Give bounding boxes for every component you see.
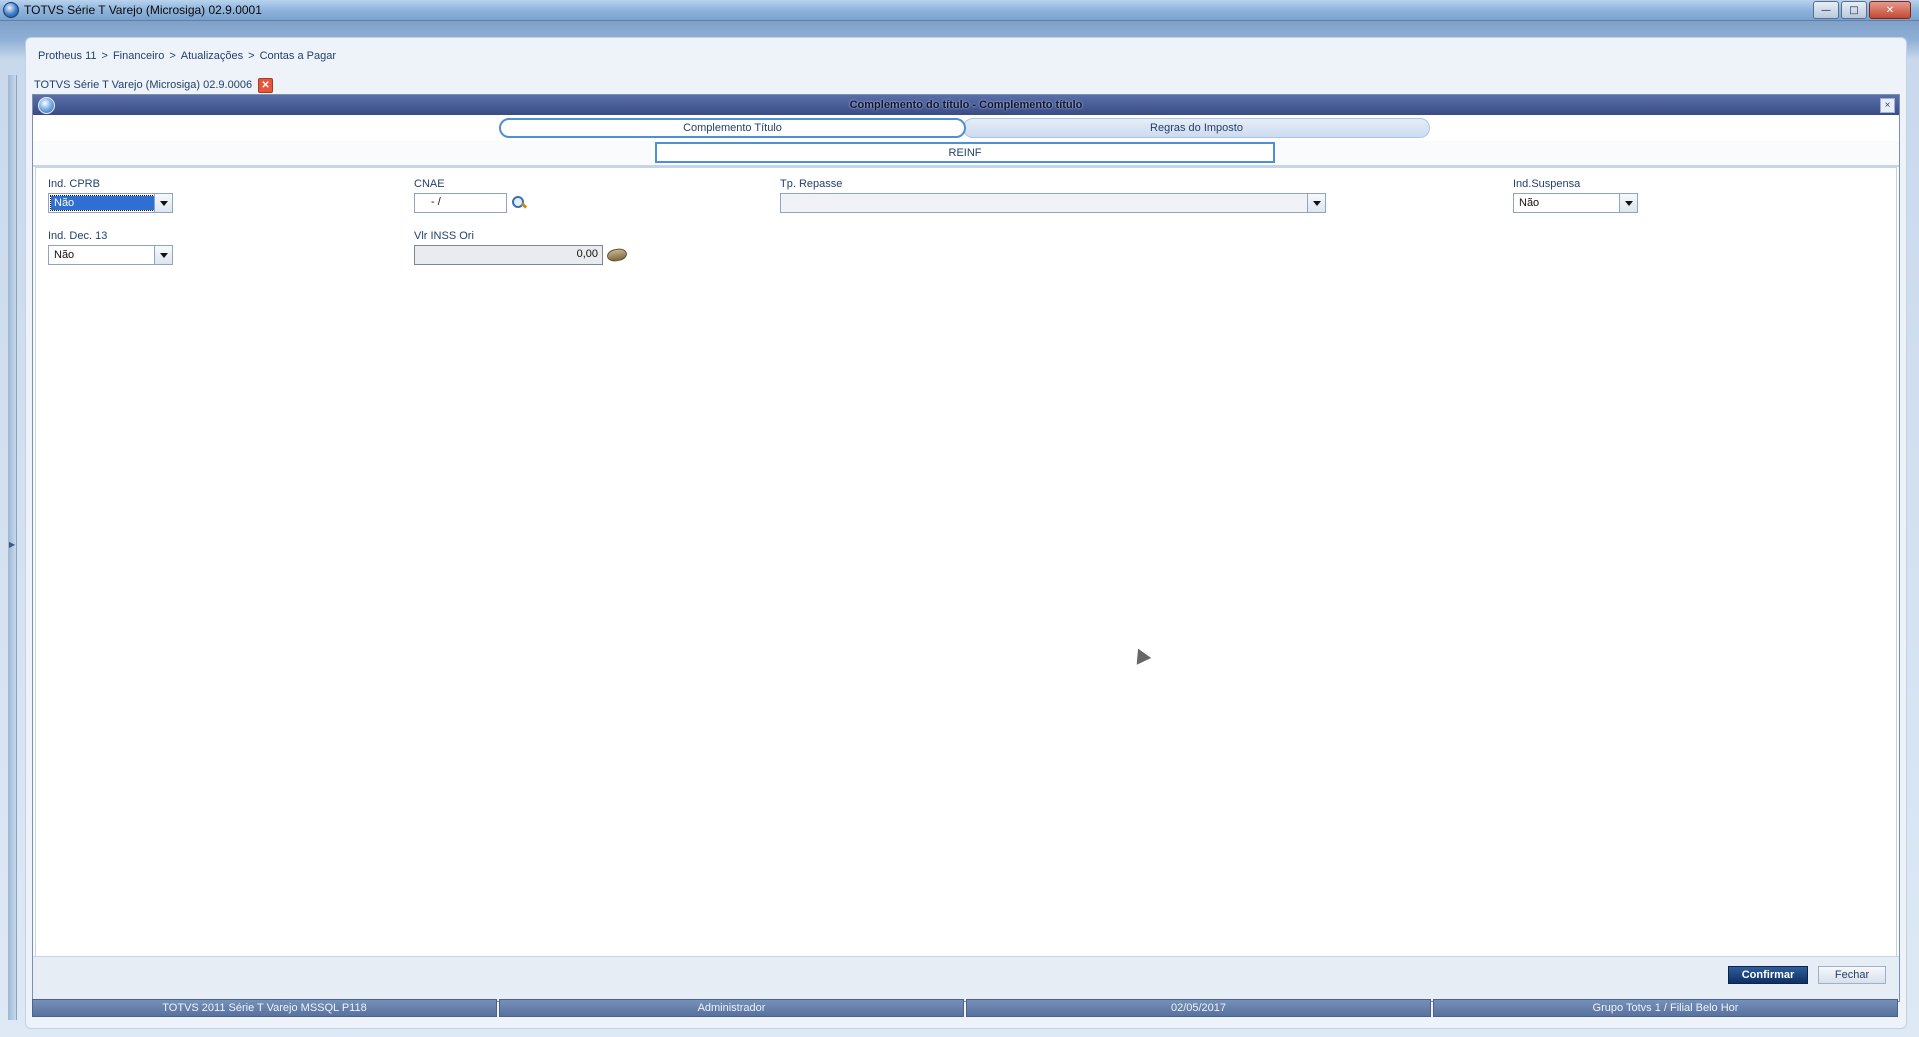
status-bar: TOTVS 2011 Série T Varejo MSSQL P118 Adm… bbox=[32, 999, 1898, 1017]
ind-suspensa-label: Ind.Suspensa bbox=[1513, 178, 1581, 190]
tab-complemento-titulo[interactable]: Complemento Título bbox=[499, 118, 966, 138]
calculator-icon[interactable] bbox=[606, 247, 628, 263]
tp-repasse-value bbox=[783, 196, 1307, 210]
tp-repasse-select[interactable] bbox=[780, 193, 1326, 213]
os-window-title: TOTVS Série T Varejo (Microsiga) 02.9.00… bbox=[24, 3, 262, 17]
confirm-button[interactable]: Confirmar bbox=[1728, 966, 1808, 984]
status-date: 02/05/2017 bbox=[966, 999, 1431, 1017]
ind-suspensa-value: Não bbox=[1519, 197, 1540, 209]
chevron-right-icon: ▶ bbox=[9, 540, 16, 549]
complemento-dialog: Complemento do título - Complemento títu… bbox=[32, 94, 1900, 1002]
close-tab-icon[interactable]: ✕ bbox=[258, 77, 274, 93]
close-button[interactable]: Fechar bbox=[1818, 966, 1886, 984]
document-tab[interactable]: TOTVS Série T Varejo (Microsiga) 02.9.00… bbox=[34, 76, 274, 94]
close-window-button[interactable]: ✕ bbox=[1869, 1, 1911, 19]
vlr-inss-ori-input[interactable]: 0,00 bbox=[414, 245, 603, 265]
window-controls: — □ ✕ bbox=[1813, 1, 1911, 19]
ind-cprb-value: Não bbox=[50, 195, 155, 211]
document-tab-label: TOTVS Série T Varejo (Microsiga) 02.9.00… bbox=[34, 79, 253, 91]
breadcrumb: Protheus 11 > Financeiro > Atualizações … bbox=[38, 50, 336, 62]
field-vlr-inss-ori: Vlr INSS Ori 0,00 bbox=[414, 230, 628, 265]
ind-cprb-select[interactable]: Não bbox=[48, 193, 173, 213]
side-panel-toggle[interactable]: ▶ bbox=[8, 75, 17, 1020]
search-icon[interactable] bbox=[511, 195, 527, 211]
os-title-bar: TOTVS Série T Varejo (Microsiga) 02.9.00… bbox=[0, 0, 1919, 21]
field-ind-dec13: Ind. Dec. 13 Não bbox=[48, 230, 173, 265]
ind-suspensa-select[interactable]: Não bbox=[1513, 193, 1638, 213]
tab-regras-do-imposto[interactable]: Regras do Imposto bbox=[963, 118, 1430, 138]
cnae-input[interactable]: - / bbox=[414, 193, 507, 213]
dialog-title: Complemento do título - Complemento títu… bbox=[849, 99, 1083, 111]
tp-repasse-label: Tp. Repasse bbox=[780, 178, 843, 190]
subtab-reinf[interactable]: REINF bbox=[655, 142, 1275, 163]
ind-dec13-select[interactable]: Não bbox=[48, 245, 173, 265]
status-user: Administrador bbox=[499, 999, 964, 1017]
ind-cprb-label: Ind. CPRB bbox=[48, 178, 100, 190]
breadcrumb-item[interactable]: Financeiro bbox=[113, 50, 164, 62]
breadcrumb-item[interactable]: Protheus 11 bbox=[38, 50, 97, 62]
status-system: TOTVS 2011 Série T Varejo MSSQL P118 bbox=[32, 999, 497, 1017]
field-tp-repasse: Tp. Repasse bbox=[780, 178, 1326, 213]
tab-bar: Complemento Título Regras do Imposto bbox=[33, 115, 1899, 141]
dialog-app-icon bbox=[38, 97, 55, 114]
dialog-title-bar: Complemento do título - Complemento títu… bbox=[33, 95, 1899, 115]
breadcrumb-item[interactable]: Atualizações bbox=[181, 50, 243, 62]
ind-dec13-value: Não bbox=[54, 249, 75, 261]
vlr-inss-ori-label: Vlr INSS Ori bbox=[414, 230, 474, 242]
chevron-down-icon[interactable] bbox=[154, 246, 172, 264]
chevron-down-icon[interactable] bbox=[1307, 194, 1325, 212]
chevron-down-icon[interactable] bbox=[1619, 194, 1637, 212]
minimize-button[interactable]: — bbox=[1813, 1, 1839, 19]
dialog-close-button[interactable]: × bbox=[1880, 98, 1895, 113]
breadcrumb-separator: > bbox=[169, 50, 176, 62]
form-area: Ind. CPRB Não CNAE - / Tp. Repasse Ind.S bbox=[35, 167, 1897, 957]
breadcrumb-separator: > bbox=[101, 50, 108, 62]
field-ind-cprb: Ind. CPRB Não bbox=[48, 178, 173, 213]
ind-dec13-label: Ind. Dec. 13 bbox=[48, 230, 108, 242]
subtab-bar: REINF bbox=[33, 141, 1899, 167]
breadcrumb-item[interactable]: Contas a Pagar bbox=[260, 50, 336, 62]
field-ind-suspensa: Ind.Suspensa Não bbox=[1513, 178, 1638, 213]
status-branch: Grupo Totvs 1 / Filial Belo Hor bbox=[1433, 999, 1898, 1017]
app-icon bbox=[3, 2, 19, 18]
breadcrumb-separator: > bbox=[248, 50, 255, 62]
button-bar: Confirmar Fechar bbox=[33, 956, 1899, 1001]
maximize-button[interactable]: □ bbox=[1841, 1, 1867, 19]
field-cnae: CNAE - / bbox=[414, 178, 527, 213]
cnae-label: CNAE bbox=[414, 178, 445, 190]
chevron-down-icon[interactable] bbox=[154, 194, 172, 212]
